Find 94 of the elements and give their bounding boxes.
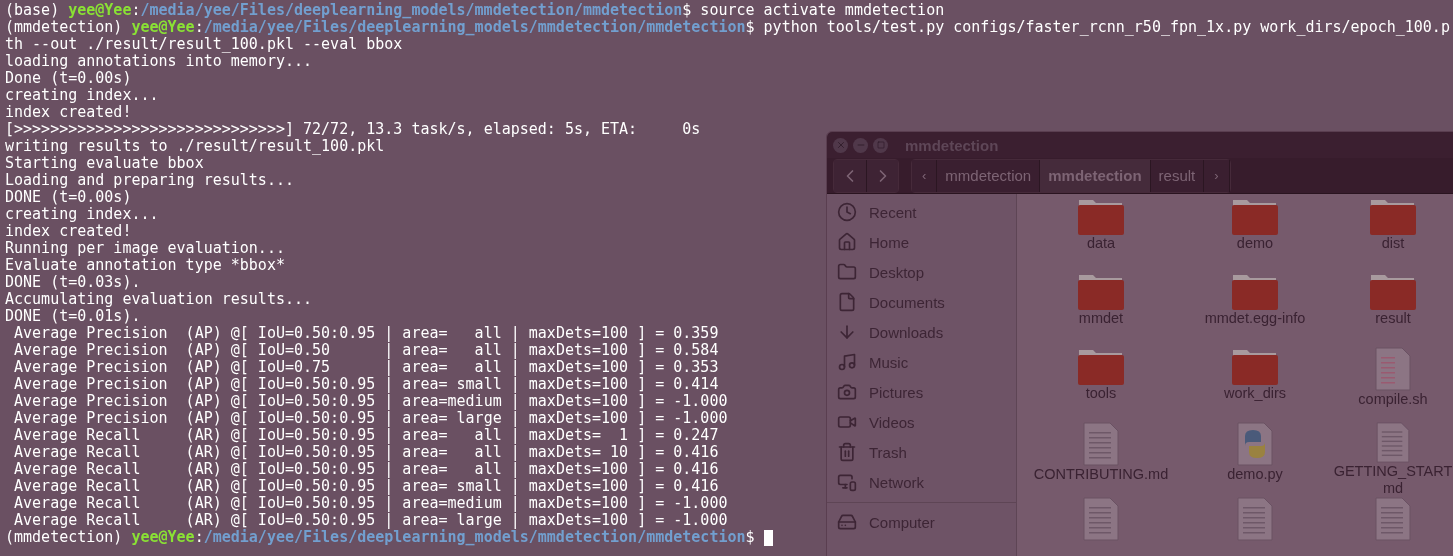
prompt-separator: : (131, 2, 141, 19)
output-line: Starting evaluate bbox (5, 155, 204, 172)
breadcrumb-item[interactable]: mmdetection (1040, 159, 1151, 192)
output-line: writing results to ./result/result_100.pkl (5, 138, 385, 155)
drive-icon (837, 512, 857, 532)
network-icon (837, 472, 857, 492)
environment-name: (mmdetection) (5, 529, 123, 546)
output-line: Average Recall (AR) @[ IoU=0.50:0.95 | area=medium | maxDets=100 ] = -1.000 (13, 495, 728, 512)
output-line: Average Precision (AP) @[ IoU=0.50 | area= all | maxDets=100 ] = 0.584 (13, 342, 719, 359)
prompt-separator: : (194, 529, 204, 546)
file-name: work_dirs (1223, 385, 1286, 402)
breadcrumb-scroll-button[interactable]: ‹ (912, 159, 938, 192)
output-line: Loading and preparing results... (5, 172, 294, 189)
output-line: Average Precision (AP) @[ IoU=0.50:0.95 | area= all | maxDets=100 ] = 0.359 (13, 325, 719, 342)
minimize-button[interactable] (853, 137, 868, 153)
output-line: DONE (t=0.03s). (5, 274, 141, 291)
file-name: mmdet (1078, 310, 1124, 327)
file-name: result (1375, 310, 1411, 327)
output-line: creating index... (5, 87, 159, 104)
working-directory: /media/yee/Files/deeplearning_models/mmdetection/mmdetection (203, 529, 746, 546)
back-button[interactable] (834, 159, 866, 192)
output-line: Done (t=0.00s) (5, 70, 132, 87)
output-line: index created! (5, 223, 132, 240)
forward-button[interactable] (866, 159, 898, 192)
output-line: creating index... (5, 206, 159, 223)
document-icon (1375, 497, 1411, 541)
output-line: Average Precision (AP) @[ IoU=0.75 | area= all | maxDets=100 ] = 0.353 (13, 359, 719, 376)
file-name: CONTRIBUTING.md (1033, 466, 1169, 483)
document-icon (1237, 497, 1273, 541)
folder-icon (1370, 272, 1416, 310)
camera-icon (837, 382, 857, 402)
breadcrumb-item[interactable]: mmdetection (937, 159, 1041, 192)
command-text: python tools/test.py configs/faster_rcnn_r50_fpn_1x.py work_dirs/epoch_100.p (763, 19, 1450, 36)
output-line: Average Recall (AR) @[ IoU=0.50:0.95 | area= small | maxDets=100 ] = 0.416 (13, 478, 719, 495)
folder-icon (1078, 197, 1124, 235)
file-name: dist (1381, 235, 1405, 252)
output-line: index created! (5, 104, 132, 121)
output-line: Average Recall (AR) @[ IoU=0.50:0.95 | area= all | maxDets=100 ] = 0.416 (13, 461, 719, 478)
folder-icon (837, 262, 857, 282)
output-line: Average Precision (AP) @[ IoU=0.50:0.95 | area= small | maxDets=100 ] = 0.414 (13, 376, 719, 393)
music-icon (837, 352, 857, 372)
output-line: Average Recall (AR) @[ IoU=0.50:0.95 | area= all | maxDets= 1 ] = 0.247 (13, 427, 719, 444)
trash-icon (837, 442, 857, 462)
prompt-symbol: $ (745, 529, 755, 546)
output-line: Evaluate annotation type *bbox* (5, 257, 285, 274)
home-icon (837, 232, 857, 252)
output-line: Average Recall (AR) @[ IoU=0.50:0.95 | area= large | maxDets=100 ] = -1.000 (13, 512, 728, 529)
working-directory: /media/yee/Files/deeplearning_models/mmdetection/mmdetection (203, 19, 746, 36)
breadcrumb-scroll-button[interactable]: › (1204, 159, 1230, 192)
folder-icon (1232, 197, 1278, 235)
output-line: loading annotations into memory... (5, 53, 313, 70)
folder-icon (1078, 272, 1124, 310)
maximize-icon (876, 141, 885, 150)
breadcrumb-item[interactable]: result (1150, 159, 1205, 192)
output-line: Average Precision (AP) @[ IoU=0.50:0.95 | area= large | maxDets=100 ] = -1.000 (13, 410, 728, 427)
output-line: Average Recall (AR) @[ IoU=0.50:0.95 | area= all | maxDets= 10 ] = 0.416 (13, 444, 719, 461)
document-icon (1083, 422, 1119, 466)
user-host: yee@Yee (68, 2, 132, 19)
maximize-button[interactable] (873, 137, 888, 153)
prompt-symbol: $ (682, 2, 692, 19)
output-line: Average Precision (AP) @[ IoU=0.50:0.95 | area=medium | maxDets=100 ] = -1.000 (13, 393, 728, 410)
document-icon (1083, 497, 1119, 541)
file-name: compile.sh (1358, 391, 1428, 408)
user-host: yee@Yee (131, 529, 195, 546)
folder-icon (1078, 347, 1124, 385)
file-name: data (1086, 235, 1116, 252)
prompt-separator: : (194, 19, 204, 36)
output-line: Accumulating evaluation results... (5, 291, 313, 308)
command-text: source activate mmdetection (700, 2, 945, 19)
document-icon (837, 292, 857, 312)
file-name: demo.py (1227, 466, 1283, 483)
file-name: GETTING_START md (1333, 463, 1453, 497)
user-host: yee@Yee (131, 19, 195, 36)
output-line: DONE (t=0.00s) (5, 189, 132, 206)
close-button[interactable] (833, 137, 848, 153)
output-line: [>>>>>>>>>>>>>>>>>>>>>>>>>>>>>>] 72/72, 13.3 task/s, elapsed: 5s, ETA: 0s (5, 121, 701, 138)
working-directory: /media/yee/Files/deeplearning_models/mmdetection/mmdetection (140, 2, 683, 19)
output-line: Running per image evaluation... (5, 240, 285, 257)
environment-name: (base) (5, 2, 60, 19)
file-name: mmdet.egg-info (1204, 310, 1306, 327)
output-line: DONE (t=0.01s). (5, 308, 141, 325)
file-name: tools (1085, 385, 1117, 402)
file-name: demo (1236, 235, 1274, 252)
clock-icon (837, 202, 857, 222)
folder-icon (1370, 197, 1416, 235)
folder-icon (1232, 272, 1278, 310)
prompt-symbol: $ (745, 19, 755, 36)
document-icon (1375, 422, 1411, 463)
python-file-icon (1237, 422, 1273, 466)
folder-icon (1232, 347, 1278, 385)
environment-name: (mmdetection) (5, 19, 123, 36)
close-icon (835, 140, 846, 151)
script-file-icon (1375, 347, 1411, 391)
output-line: th --out ./result/result_100.pkl --eval bbox (5, 36, 403, 53)
